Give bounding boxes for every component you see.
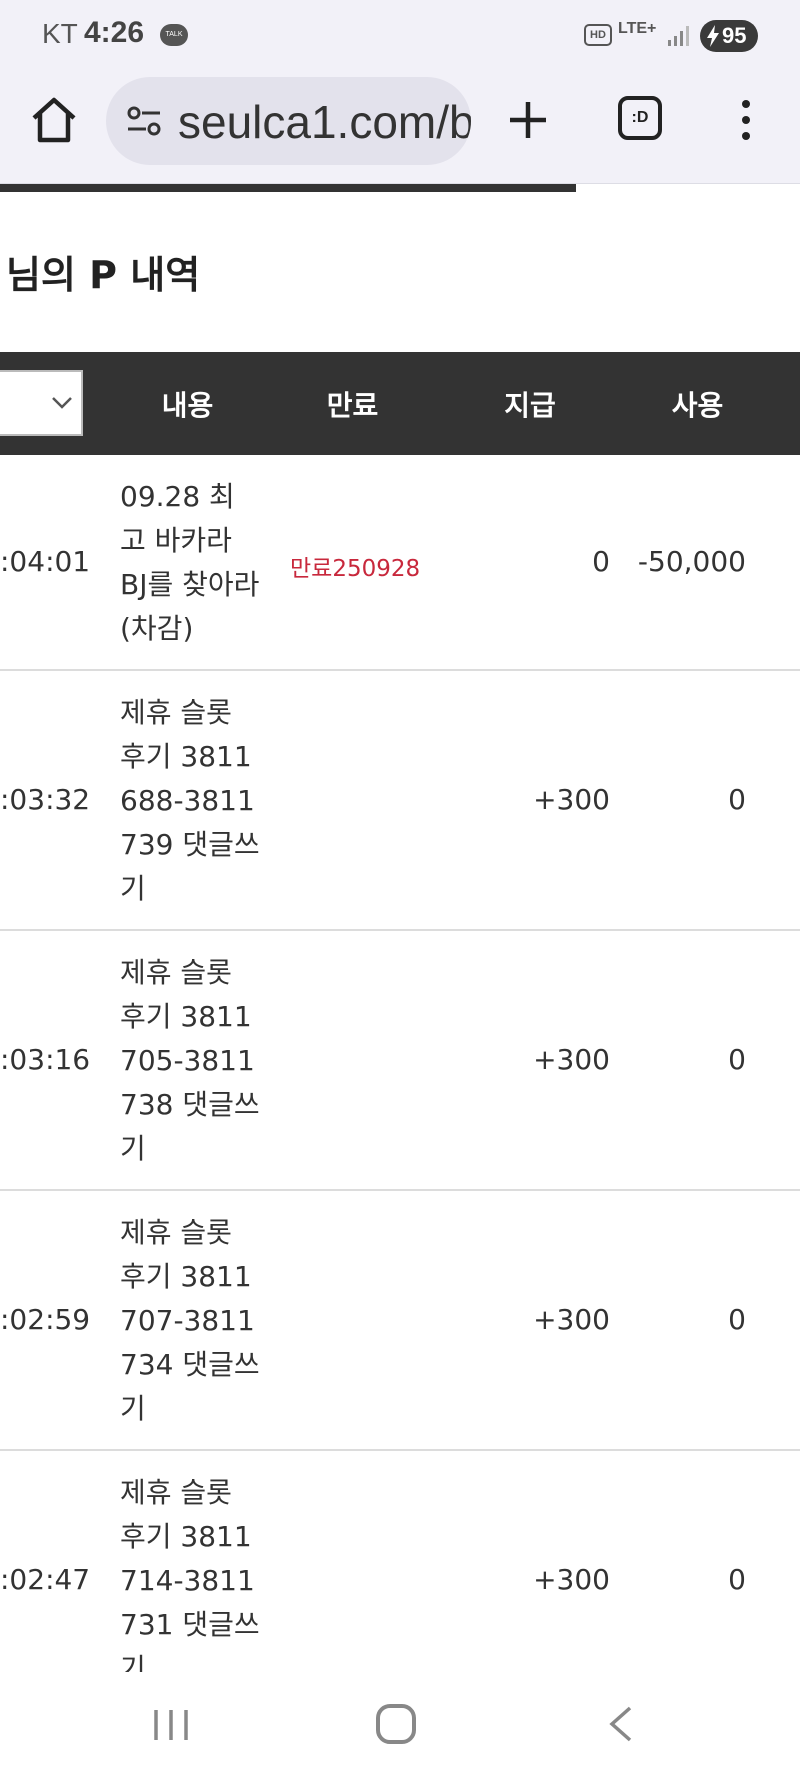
row-give: +300 — [533, 1043, 610, 1076]
row-use: -50,000 — [637, 545, 746, 578]
row-time: :03:16 — [0, 1043, 91, 1076]
table-row: :02:59 제휴 슬롯 후기 3811707-3811734 댓글쓰기 +30… — [0, 1191, 800, 1451]
page-title: 님의 P 내역 — [6, 253, 201, 297]
new-tab-plus-icon[interactable] — [504, 96, 552, 144]
row-use: 0 — [728, 1303, 746, 1336]
row-give: +300 — [533, 1563, 610, 1596]
home-icon[interactable] — [28, 94, 80, 146]
column-header-give: 지급 — [504, 389, 556, 422]
kakaotalk-icon: TALK — [160, 24, 188, 46]
chevron-down-icon — [52, 397, 72, 409]
row-expire: 만료250928 — [290, 556, 421, 582]
system-navigation-bar — [0, 1672, 800, 1778]
more-menu-icon[interactable] — [730, 98, 762, 142]
row-content: 제휴 슬롯 후기 3811705-3811738 댓글쓰기 — [120, 956, 260, 1165]
battery-indicator: 95 — [700, 20, 758, 52]
column-header-use: 사용 — [671, 389, 724, 422]
filter-select[interactable] — [0, 370, 83, 436]
row-use: 0 — [728, 783, 746, 816]
table-row: :03:32 제휴 슬롯 후기 3811688-3811739 댓글쓰기 +30… — [0, 671, 800, 931]
row-time: :02:59 — [0, 1303, 91, 1336]
row-give: +300 — [533, 1303, 610, 1336]
address-bar[interactable]: seulca1.com/b — [106, 77, 471, 165]
signal-strength-icon — [668, 26, 689, 46]
carrier-label: KT — [42, 18, 78, 49]
tab-switcher-button[interactable]: :D — [618, 96, 662, 140]
clock-time: 4:26 — [84, 16, 145, 49]
recent-apps-icon[interactable] — [152, 1706, 190, 1744]
row-time: :03:32 — [0, 783, 91, 816]
column-header-content: 내용 — [161, 389, 214, 422]
network-type-label: LTE+ — [618, 20, 657, 37]
row-give: +300 — [533, 783, 610, 816]
row-content: 제휴 슬롯 후기 3811707-3811734 댓글쓰기 — [120, 1216, 260, 1425]
row-content: 제휴 슬롯 후기 3811688-3811739 댓글쓰기 — [120, 696, 260, 905]
row-use: 0 — [728, 1043, 746, 1076]
url-text[interactable]: seulca1.com/b — [178, 95, 471, 149]
table-row: :02:47 제휴 슬롯 후기 3811714-3811731 댓글쓰기 +30… — [0, 1451, 800, 1672]
browser-toolbar: seulca1.com/b :D — [0, 72, 800, 184]
hd-voice-icon: HD — [584, 24, 612, 46]
table-row: :03:16 제휴 슬롯 후기 3811705-3811738 댓글쓰기 +30… — [0, 931, 800, 1191]
back-icon[interactable] — [606, 1704, 634, 1744]
row-use: 0 — [728, 1563, 746, 1596]
row-time: :04:01 — [0, 545, 91, 578]
charging-bolt-icon — [707, 25, 719, 47]
table-header: 내용 만료 지급 사용 — [0, 352, 800, 455]
status-bar: KT 4:26 TALK HD LTE+ 95 — [0, 0, 800, 72]
row-content: 제휴 슬롯 후기 3811714-3811731 댓글쓰기 — [120, 1476, 260, 1672]
page-load-progress-bar — [0, 184, 576, 192]
table-row: :04:01 09.28 최고 바카라 BJ를 찾아라 (차감) 만료25092… — [0, 455, 800, 671]
column-header-expire: 만료 — [326, 389, 379, 422]
row-give: 0 — [592, 545, 610, 578]
row-content: 09.28 최고 바카라 BJ를 찾아라 (차감) — [120, 480, 260, 645]
row-time: :02:47 — [0, 1563, 91, 1596]
battery-level: 95 — [722, 23, 747, 48]
site-settings-icon[interactable] — [126, 105, 162, 137]
home-nav-icon[interactable] — [376, 1704, 416, 1744]
